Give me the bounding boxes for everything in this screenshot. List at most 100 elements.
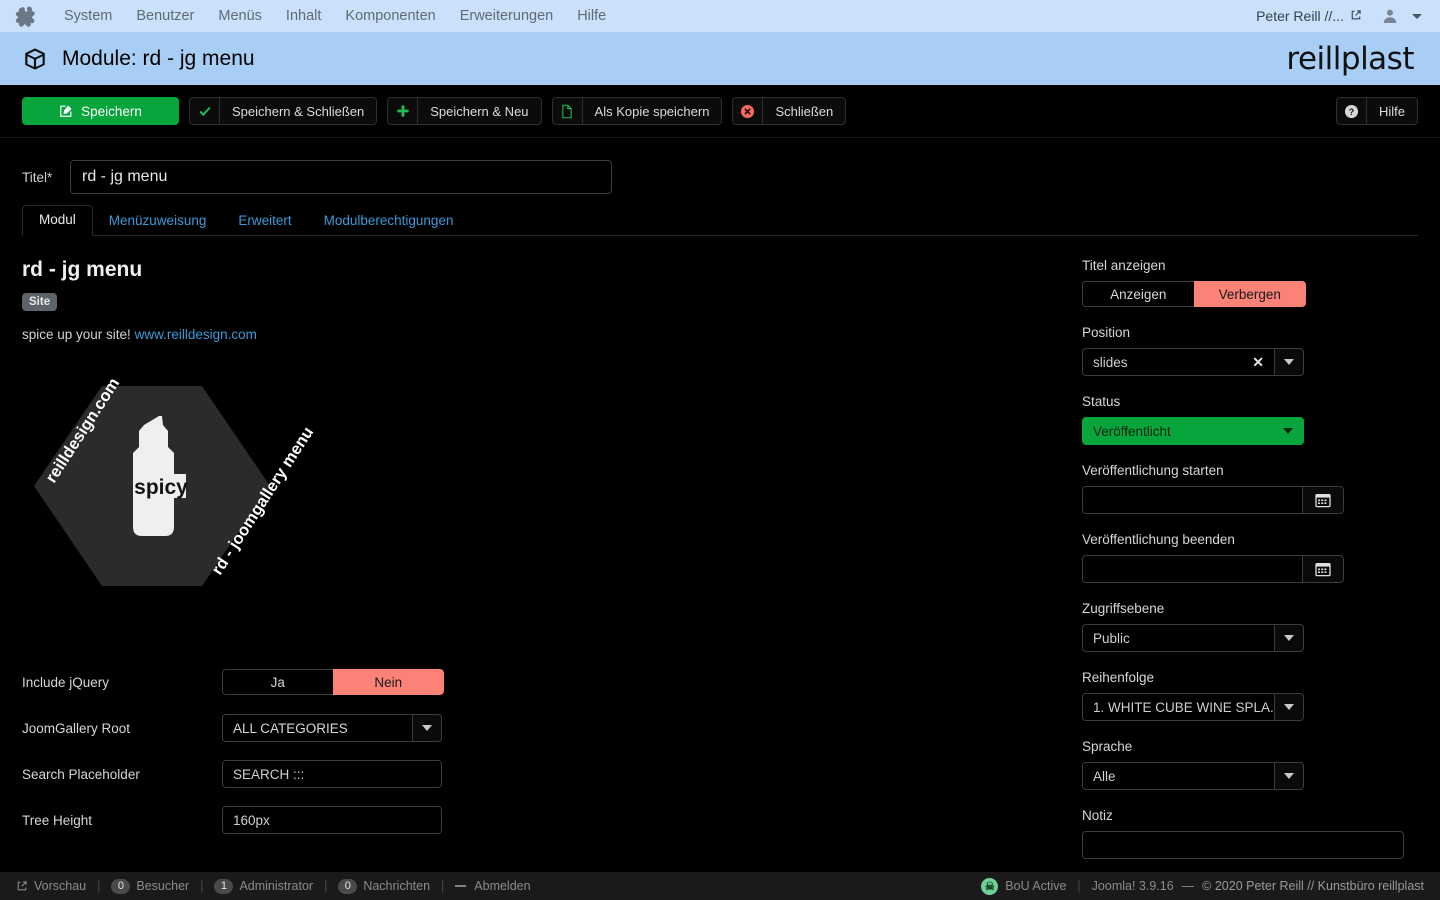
separator: | (1077, 879, 1081, 893)
plus-icon (388, 98, 419, 124)
external-link-icon[interactable] (1350, 9, 1362, 24)
module-panel: rd - jg menu Site spice up your site! ww… (22, 258, 1082, 877)
tab-menuzuweisung[interactable]: Menüzuweisung (93, 207, 223, 236)
joomgallery-root-label: JoomGallery Root (22, 720, 131, 736)
logout-link[interactable]: Abmelden (455, 879, 531, 893)
chevron-down-icon (422, 725, 432, 731)
ordering-select[interactable]: 1. WHITE CUBE WINE SPLA... (1082, 693, 1304, 721)
help-button[interactable]: ? Hilfe (1335, 97, 1418, 125)
position-value-wrap[interactable]: slides ✕ (1082, 348, 1274, 376)
ordering-label: Reihenfolge (1082, 670, 1155, 685)
admin-user-label[interactable]: Peter Reill //... (1256, 8, 1344, 24)
menu-item-erweiterungen[interactable]: Erweiterungen (448, 0, 566, 32)
preview-label: Vorschau (34, 879, 87, 893)
note-label: Notiz (1082, 808, 1113, 823)
module-website-link[interactable]: www.reilldesign.com (135, 327, 257, 342)
save-button[interactable]: Speichern (22, 97, 179, 125)
note-input[interactable] (1082, 831, 1404, 859)
include-jquery-no[interactable]: Nein (332, 669, 444, 695)
menu-item-komponenten[interactable]: Komponenten (333, 0, 447, 32)
status-badge: Site (22, 293, 58, 311)
save-as-copy-button[interactable]: Als Kopie speichern (551, 97, 723, 125)
admin-menu-bar: System Benutzer Menüs Inhalt Komponenten… (0, 0, 1440, 32)
save-close-button[interactable]: Speichern & Schließen (189, 97, 378, 125)
messages-label: Nachrichten (363, 879, 431, 893)
publish-start-input[interactable] (1082, 486, 1302, 514)
svg-text:?: ? (1349, 106, 1354, 116)
messages-item[interactable]: 0 Nachrichten (338, 878, 431, 894)
question-circle-icon: ? (1337, 98, 1367, 124)
joomla-logo-icon[interactable] (14, 5, 36, 27)
title-field-row: Titel* (22, 138, 1418, 204)
help-label: Hilfe (1378, 103, 1405, 119)
tab-modulberechtigungen[interactable]: Modulberechtigungen (308, 207, 470, 236)
menu-item-hilfe[interactable]: Hilfe (565, 0, 618, 32)
show-title-show[interactable]: Anzeigen (1082, 281, 1194, 307)
close-button[interactable]: Schließen (732, 97, 847, 125)
preview-link[interactable]: Vorschau (16, 879, 86, 893)
menu-item-inhalt[interactable]: Inhalt (274, 0, 333, 32)
menu-item-system[interactable]: System (52, 0, 124, 32)
search-placeholder-label: Search Placeholder (22, 766, 140, 782)
title-input[interactable] (70, 160, 612, 194)
tab-modul[interactable]: Modul (22, 205, 93, 236)
visitors-item[interactable]: 0 Besucher (111, 878, 190, 894)
status-label: Status (1082, 394, 1121, 409)
calendar-icon (1315, 562, 1331, 577)
publish-end-input[interactable] (1082, 555, 1302, 583)
editor-toolbar: Speichern Speichern & Schließen Speicher… (0, 85, 1440, 138)
field-language: Sprache Alle (1082, 739, 1408, 790)
access-select[interactable]: Public (1082, 624, 1304, 652)
language-select[interactable]: Alle (1082, 762, 1304, 790)
show-title-toggle[interactable]: Anzeigen Verbergen (1082, 281, 1306, 307)
tree-height-label: Tree Height (22, 812, 93, 828)
position-combo[interactable]: slides ✕ (1082, 348, 1304, 376)
clear-icon[interactable]: ✕ (1246, 354, 1264, 371)
admin-user-area: Peter Reill //... (1256, 8, 1426, 24)
chevron-down-icon[interactable] (1412, 13, 1422, 19)
field-access: Zugriffsebene Public (1082, 601, 1408, 652)
user-avatar-icon[interactable] (1382, 8, 1398, 24)
publish-start-calendar-button[interactable] (1302, 486, 1344, 514)
sidebar-panel: Titel anzeigen Anzeigen Verbergen Positi… (1082, 258, 1418, 877)
dash: — (1181, 879, 1195, 893)
copyright: © 2020 Peter Reill // Kunstbüro reillpla… (1202, 879, 1424, 893)
search-placeholder-input[interactable] (222, 760, 442, 788)
title-field-label: Titel* (22, 170, 70, 185)
joomgallery-root-select[interactable]: ALL CATEGORIES (222, 714, 442, 742)
save-new-button[interactable]: Speichern & Neu (387, 97, 542, 125)
tab-bar: Modul Menüzuweisung Erweitert Modulberec… (22, 204, 1418, 236)
administrators-item[interactable]: 1 Administrator (214, 878, 313, 894)
main-columns: rd - jg menu Site spice up your site! ww… (22, 236, 1418, 877)
menu-item-benutzer[interactable]: Benutzer (124, 0, 206, 32)
chevron-down-icon (1284, 635, 1294, 641)
module-cube-icon (22, 46, 48, 72)
menu-item-menus[interactable]: Menüs (206, 0, 274, 32)
joomgallery-root-caret[interactable] (412, 714, 442, 742)
show-title-label: Titel anzeigen (1082, 258, 1166, 273)
required-asterisk: * (47, 169, 53, 185)
publish-end-calendar-button[interactable] (1302, 555, 1344, 583)
publish-end-field[interactable] (1082, 555, 1344, 583)
field-publish-start: Veröffentlichung starten (1082, 463, 1408, 514)
show-title-hide[interactable]: Verbergen (1193, 281, 1306, 307)
ordering-caret[interactable] (1274, 693, 1304, 721)
calendar-icon (1315, 493, 1331, 508)
publish-start-field[interactable] (1082, 486, 1344, 514)
position-value: slides (1093, 354, 1128, 370)
language-caret[interactable] (1274, 762, 1304, 790)
tree-height-input[interactable] (222, 806, 442, 834)
tab-erweitert[interactable]: Erweitert (222, 207, 307, 236)
include-jquery-toggle[interactable]: Ja Nein (222, 669, 444, 695)
status-select[interactable]: Veröffentlicht (1082, 417, 1304, 445)
save-button-label: Speichern (81, 103, 142, 119)
visitors-label: Besucher (136, 879, 190, 893)
option-include-jquery: Include jQuery Ja Nein (22, 659, 1052, 705)
toolbar-right-group: ? Hilfe (1335, 97, 1418, 125)
include-jquery-yes[interactable]: Ja (222, 669, 333, 695)
title-label-text: Titel (22, 169, 48, 185)
separator: | (441, 879, 445, 893)
position-caret[interactable] (1274, 348, 1304, 376)
access-caret[interactable] (1274, 624, 1304, 652)
joomla-version: Joomla! 3.9.16 (1091, 879, 1174, 893)
